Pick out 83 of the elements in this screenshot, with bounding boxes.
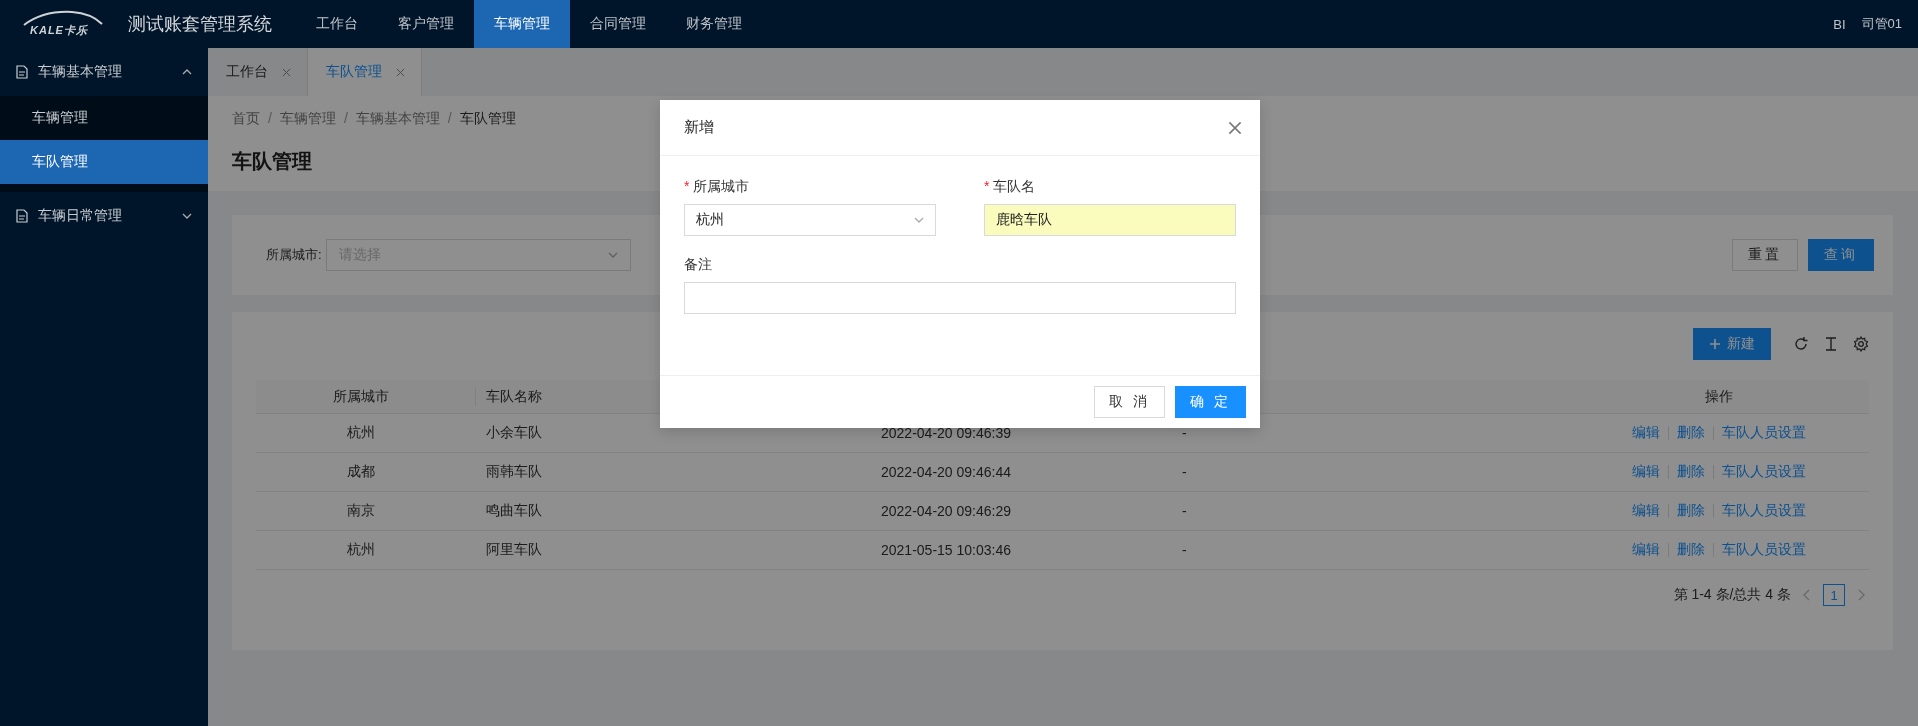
chevron-right-icon[interactable] xyxy=(1857,589,1865,601)
sidebar-item[interactable]: 车队管理 xyxy=(0,140,208,184)
action-link[interactable]: 编辑 xyxy=(1631,463,1660,481)
action-link[interactable]: 编辑 xyxy=(1631,424,1660,442)
table-cell: - xyxy=(1182,542,1187,558)
page-tab[interactable]: 车队管理 xyxy=(308,48,422,96)
table-cell: - xyxy=(1182,503,1187,519)
table-cell: - xyxy=(1182,464,1187,480)
reset-button[interactable]: 重置 xyxy=(1732,239,1798,271)
action-link[interactable]: 编辑 xyxy=(1631,502,1660,520)
sidebar-group[interactable]: 车辆基本管理 xyxy=(0,48,208,96)
close-icon[interactable] xyxy=(1228,120,1242,135)
new-button[interactable]: 新建 xyxy=(1693,328,1771,360)
breadcrumb-separator: / xyxy=(447,110,452,128)
cancel-button[interactable]: 取 消 xyxy=(1094,386,1166,418)
input-field[interactable]: 鹿晗车队 xyxy=(984,204,1236,236)
breadcrumb-separator: / xyxy=(343,110,348,128)
close-icon[interactable] xyxy=(396,67,405,77)
page-title: 车队管理 xyxy=(232,149,313,174)
table-cell: 成都 xyxy=(346,463,375,481)
nav-item[interactable]: 客户管理 xyxy=(378,0,474,48)
dialog-title: 新增 xyxy=(684,118,714,137)
app-title: 测试账套管理系统 xyxy=(128,13,272,36)
column-height-icon[interactable] xyxy=(1823,336,1839,352)
input-field[interactable] xyxy=(684,282,1236,314)
action-link[interactable]: 删除 xyxy=(1676,541,1705,559)
chevron-down-icon xyxy=(914,217,924,223)
search-button[interactable]: 查询 xyxy=(1808,239,1874,271)
action-link[interactable]: 车队人员设置 xyxy=(1721,463,1806,481)
header-link[interactable]: 司管01 xyxy=(1861,15,1902,33)
action-link[interactable]: 删除 xyxy=(1676,502,1705,520)
filter-label: 所属城市: xyxy=(266,246,322,264)
table-cell: - xyxy=(1182,425,1187,441)
page-button[interactable]: 1 xyxy=(1823,584,1845,606)
sidebar-item[interactable]: 车辆管理 xyxy=(0,96,208,140)
table-cell: 南京 xyxy=(346,502,375,520)
document-icon xyxy=(16,209,28,223)
sidebar-group[interactable]: 车辆日常管理 xyxy=(0,192,208,240)
table-cell: 2022-04-20 09:46:29 xyxy=(881,503,1011,519)
action-link[interactable]: 删除 xyxy=(1676,463,1705,481)
plus-icon xyxy=(1709,338,1721,350)
action-link[interactable]: 编辑 xyxy=(1631,541,1660,559)
field-label: * 所属城市 xyxy=(684,178,751,196)
close-icon[interactable] xyxy=(282,67,291,77)
table-cell: 2021-05-15 10:03:46 xyxy=(881,542,1011,558)
table-cell: 杭州 xyxy=(346,541,375,559)
document-icon xyxy=(16,65,28,79)
nav-item[interactable]: 合同管理 xyxy=(570,0,666,48)
header-link[interactable]: BI xyxy=(1833,16,1846,32)
pagination-summary: 第 1-4 条/总共 4 条 xyxy=(1673,586,1791,604)
nav-item[interactable]: 车辆管理 xyxy=(474,0,570,48)
breadcrumb-item[interactable]: 车辆管理 xyxy=(279,110,336,128)
table-cell: 2022-04-20 09:46:39 xyxy=(881,425,1011,441)
field-label: 备注 xyxy=(684,256,713,274)
confirm-button[interactable]: 确 定 xyxy=(1175,386,1246,418)
breadcrumb-item: 车队管理 xyxy=(459,110,516,128)
column-header: 车队名称 xyxy=(486,387,542,406)
breadcrumb-separator: / xyxy=(268,110,272,128)
table-cell: 阿里车队 xyxy=(486,541,542,559)
table-cell: 小余车队 xyxy=(486,424,542,442)
chevron-up-icon xyxy=(182,69,192,75)
chevron-down-icon xyxy=(607,252,618,258)
nav-item[interactable]: 财务管理 xyxy=(666,0,762,48)
nav-item[interactable]: 工作台 xyxy=(296,0,378,48)
action-link[interactable]: 车队人员设置 xyxy=(1721,502,1806,520)
breadcrumb-item[interactable]: 车辆基本管理 xyxy=(355,110,440,128)
table-cell: 杭州 xyxy=(346,424,375,442)
column-header: 操作 xyxy=(1704,387,1733,406)
field-label: * 车队名 xyxy=(984,178,1037,196)
chevron-down-icon xyxy=(182,213,192,219)
logo-text: KALE卡乐 xyxy=(30,22,88,38)
table-cell: 鸣曲车队 xyxy=(486,502,542,520)
action-link[interactable]: 车队人员设置 xyxy=(1721,424,1806,442)
chevron-left-icon[interactable] xyxy=(1803,589,1811,601)
settings-icon[interactable] xyxy=(1853,336,1869,352)
city-select[interactable]: 杭州 xyxy=(684,204,936,236)
refresh-icon[interactable] xyxy=(1793,336,1809,352)
table-cell: 雨韩车队 xyxy=(486,463,542,481)
breadcrumb-item[interactable]: 首页 xyxy=(232,110,260,128)
table-cell: 2022-04-20 09:46:44 xyxy=(881,464,1011,480)
column-header: 所属城市 xyxy=(332,387,389,406)
action-link[interactable]: 删除 xyxy=(1676,424,1705,442)
action-link[interactable]: 车队人员设置 xyxy=(1721,541,1806,559)
